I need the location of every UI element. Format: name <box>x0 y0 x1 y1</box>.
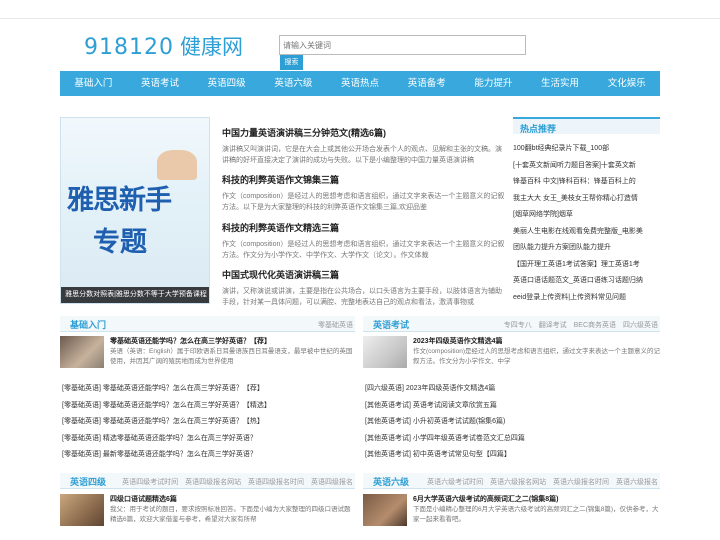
section-title[interactable]: 英语考试 <box>373 318 409 331</box>
section-link[interactable]: 英语六级报名网站 <box>490 479 546 486</box>
hot-item[interactable]: 美丽人生电影在线观看免费完整版_电影美 <box>513 224 660 241</box>
section-header-cet6: 英语六级 英语六级考试时间 英语六级报名网站 英语六级报名时间 英语六级报名 <box>363 473 660 489</box>
section-link[interactable]: 英语六级考试时间 <box>427 479 483 486</box>
section-links: 英语四级考试时间 英语四级报名网站 英语四级报名时间 英语四级报名 <box>117 477 353 487</box>
main-nav: 基础入门 英语考试 英语四级 英语六级 英语热点 英语备考 能力提升 生活实用 … <box>60 71 660 96</box>
banner-illustration <box>157 150 197 180</box>
nav-item-skills[interactable]: 能力提升 <box>460 71 527 96</box>
section-link[interactable]: 四六级英语 <box>623 322 658 329</box>
nav-item-basic[interactable]: 基础入门 <box>60 71 127 96</box>
nav-item-hot[interactable]: 英语热点 <box>327 71 394 96</box>
feature-title[interactable]: 零基础英语还能学吗？怎么在高三学好英语？【荐】 <box>110 336 271 346</box>
hot-item[interactable]: eeid登录上传资料|上传资料常见问题 <box>513 290 660 307</box>
section-list: [四六级英语] 2023年四级英语作文精选4篇 [其他英语考试] 英语考试阅读文… <box>365 381 660 464</box>
nav-item-prep[interactable]: 英语备考 <box>393 71 460 96</box>
ielts-banner[interactable]: 雅思新手 专题 雅思分数对照表|雅思分数不等于大学预备课程 <box>60 117 210 304</box>
hot-item[interactable]: 【国开理工英语1考试答案】理工英语1考 <box>513 257 660 274</box>
list-item[interactable]: [零基础英语] 最新零基础英语还能学吗？怎么在高三学好英语？ <box>62 447 355 464</box>
section-title[interactable]: 英语四级 <box>70 475 106 488</box>
section-list: [零基础英语] 零基础英语还能学吗？怎么在高三学好英语？【荐】 [零基础英语] … <box>62 381 355 464</box>
hot-list: 100翻bt经典纪录片下载_100部 [十套英文新闻听力题目答案]十套英文新 锋… <box>513 141 660 306</box>
logo-text: 健康网 <box>179 35 243 59</box>
list-item[interactable]: [其他英语考试] 初中英语考试常见句型【四篇】 <box>365 447 660 464</box>
nav-item-cet6[interactable]: 英语六级 <box>260 71 327 96</box>
section-feature[interactable]: 零基础英语还能学吗？怎么在高三学好英语？【荐】 英语（英语：English）属于… <box>60 336 355 370</box>
section-feature[interactable]: 2023年四级英语作文精选4篇 作文(composition)是经过人的思想考虑… <box>363 336 660 370</box>
nav-item-exam[interactable]: 英语考试 <box>127 71 194 96</box>
section-feature[interactable]: 6月大学英语六级考试的高频词汇之二(锦集8篇) 下面是小编精心整理的6月大学英语… <box>363 494 660 528</box>
section-title[interactable]: 基础入门 <box>70 318 106 331</box>
section-links: 英语六级考试时间 英语六级报名网站 英语六级报名时间 英语六级报名 <box>422 477 658 487</box>
hot-item[interactable]: 我主大大 女王_美枝女王帮你精心打造情 <box>513 191 660 208</box>
search-button[interactable]: 搜索 <box>280 55 303 70</box>
hot-header: 热点推荐 <box>513 117 660 134</box>
site-logo[interactable]: 918120 健康网 <box>84 31 243 61</box>
article-title[interactable]: 科技的利弊英语作文锦集三篇 <box>222 173 507 186</box>
nav-item-life[interactable]: 生活实用 <box>527 71 594 96</box>
section-header-exam: 英语考试 专四专八 翻译考试 BEC商务英语 四六级英语 <box>363 316 660 332</box>
feature-summary: 英语（英语：English）属于印欧语系日耳曼语族西日耳曼语支，最早被中世纪的英… <box>110 348 353 365</box>
nav-item-culture[interactable]: 文化娱乐 <box>593 71 660 96</box>
section-header-basic: 基础入门 零基础英语 <box>60 316 355 332</box>
section-link[interactable]: 英语六级报名时间 <box>553 479 609 486</box>
list-item[interactable]: [其他英语考试] 英语考试阅读文章欣赏五篇 <box>365 398 660 415</box>
article-item: 中国力量英语演讲稿三分钟范文(精选6篇) 演讲稿又叫演讲词，它是在大会上或其他公… <box>222 126 507 166</box>
section-title[interactable]: 英语六级 <box>373 475 409 488</box>
section-link[interactable]: 翻译考试 <box>539 322 567 329</box>
top-divider <box>0 18 720 19</box>
banner-caption[interactable]: 雅思分数对照表|雅思分数不等于大学预备课程 <box>61 287 209 303</box>
feature-title[interactable]: 6月大学英语六级考试的高频词汇之二(锦集8篇) <box>413 494 558 504</box>
feature-summary: 我父：用于考试的题目，要求按照标准回答。下面是小编为大家整理的四级口语试题精选6… <box>110 506 351 523</box>
list-item[interactable]: [其他英语考试] 小升初英语考试试题(锦集6篇) <box>365 414 660 431</box>
list-item[interactable]: [其他英语考试] 小学四年级英语考试卷范文汇总四篇 <box>365 431 660 448</box>
section-link[interactable]: 英语四级报名 <box>311 479 353 486</box>
article-summary: 作文（composition）是经过人的思想考虑和语言组织，通过文字来表达一个主… <box>222 193 505 211</box>
article-title[interactable]: 中国式现代化英语演讲稿三篇 <box>222 268 507 281</box>
section-link[interactable]: 专四专八 <box>504 322 532 329</box>
feature-thumbnail[interactable] <box>60 336 104 368</box>
hot-item[interactable]: 英语口语话题范文_英语口语练习话题归纳 <box>513 273 660 290</box>
search-input[interactable] <box>279 35 526 55</box>
article-title[interactable]: 科技的利弊英语作文精选三篇 <box>222 221 507 234</box>
article-summary: 演讲，又称演说或讲演，主要是指在公共场合，以口头语言为主要手段，以肢体语言为辅助… <box>222 288 502 306</box>
hot-title: 热点推荐 <box>520 124 557 134</box>
section-links: 零基础英语 <box>313 320 353 330</box>
hot-item[interactable]: 团队能力提升方案团队能力提升 <box>513 240 660 257</box>
feature-summary: 下面是小编精心整理的6月大学英语六级考试的高频词汇之二(锦集8篇)，仅供参考，大… <box>413 506 659 523</box>
hot-item[interactable]: 锋基百科 中文|锋科百科：锋基百科上的 <box>513 174 660 191</box>
list-item[interactable]: [零基础英语] 精选零基础英语还能学吗？怎么在高三学好英语？ <box>62 431 355 448</box>
list-item[interactable]: [零基础英语] 零基础英语还能学吗？怎么在高三学好英语？【精选】 <box>62 398 355 415</box>
feature-thumbnail[interactable] <box>363 494 407 526</box>
hot-item[interactable]: [烟草网络学院]烟草 <box>513 207 660 224</box>
section-link[interactable]: 零基础英语 <box>318 322 353 329</box>
section-links: 专四专八 翻译考试 BEC商务英语 四六级英语 <box>499 320 658 330</box>
section-header-cet4: 英语四级 英语四级考试时间 英语四级报名网站 英语四级报名时间 英语四级报名 <box>60 473 355 489</box>
list-item[interactable]: [四六级英语] 2023年四级英语作文精选4篇 <box>365 381 660 398</box>
section-link[interactable]: 英语四级报名网站 <box>185 479 241 486</box>
banner-headline: 雅思新手 <box>67 185 172 216</box>
feature-thumbnail[interactable] <box>60 494 104 526</box>
feature-thumbnail[interactable] <box>363 336 407 368</box>
list-item[interactable]: [零基础英语] 零基础英语还能学吗？怎么在高三学好英语？【热】 <box>62 414 355 431</box>
list-item[interactable]: [零基础英语] 零基础英语还能学吗？怎么在高三学好英语？【荐】 <box>62 381 355 398</box>
hot-item[interactable]: [十套英文新闻听力题目答案]十套英文新 <box>513 158 660 175</box>
section-link[interactable]: 英语六级报名 <box>616 479 658 486</box>
article-item: 中国式现代化英语演讲稿三篇 演讲，又称演说或讲演，主要是指在公共场合，以口头语言… <box>222 268 507 308</box>
nav-item-cet4[interactable]: 英语四级 <box>193 71 260 96</box>
section-feature[interactable]: 四级口语试题精选6篇 我父：用于考试的题目，要求按照标准回答。下面是小编为大家整… <box>60 494 355 528</box>
article-summary: 演讲稿又叫演讲词，它是在大会上或其他公开场合发表个人的观点、见解和主张的文稿。演… <box>222 146 502 164</box>
feature-summary: 作文(composition)是经过人的思想考虑和语言组织，通过文字来表达一个主… <box>413 348 660 365</box>
article-item: 科技的利弊英语作文精选三篇 作文（composition）是经过人的思想考虑和语… <box>222 221 507 261</box>
section-link[interactable]: 英语四级报名时间 <box>248 479 304 486</box>
feature-title[interactable]: 2023年四级英语作文精选4篇 <box>413 336 502 346</box>
banner-subheadline: 专题 <box>93 227 147 258</box>
hot-item[interactable]: 100翻bt经典纪录片下载_100部 <box>513 141 660 158</box>
section-link[interactable]: BEC商务英语 <box>574 322 616 329</box>
feature-title[interactable]: 四级口语试题精选6篇 <box>110 494 177 504</box>
logo-number: 918120 <box>84 35 174 60</box>
article-title[interactable]: 中国力量英语演讲稿三分钟范文(精选6篇) <box>222 126 507 139</box>
article-summary: 作文（composition）是经过人的思想考虑和语言组织，通过文字来表达一个主… <box>222 241 505 259</box>
article-item: 科技的利弊英语作文锦集三篇 作文（composition）是经过人的思想考虑和语… <box>222 173 507 213</box>
section-link[interactable]: 英语四级考试时间 <box>122 479 178 486</box>
